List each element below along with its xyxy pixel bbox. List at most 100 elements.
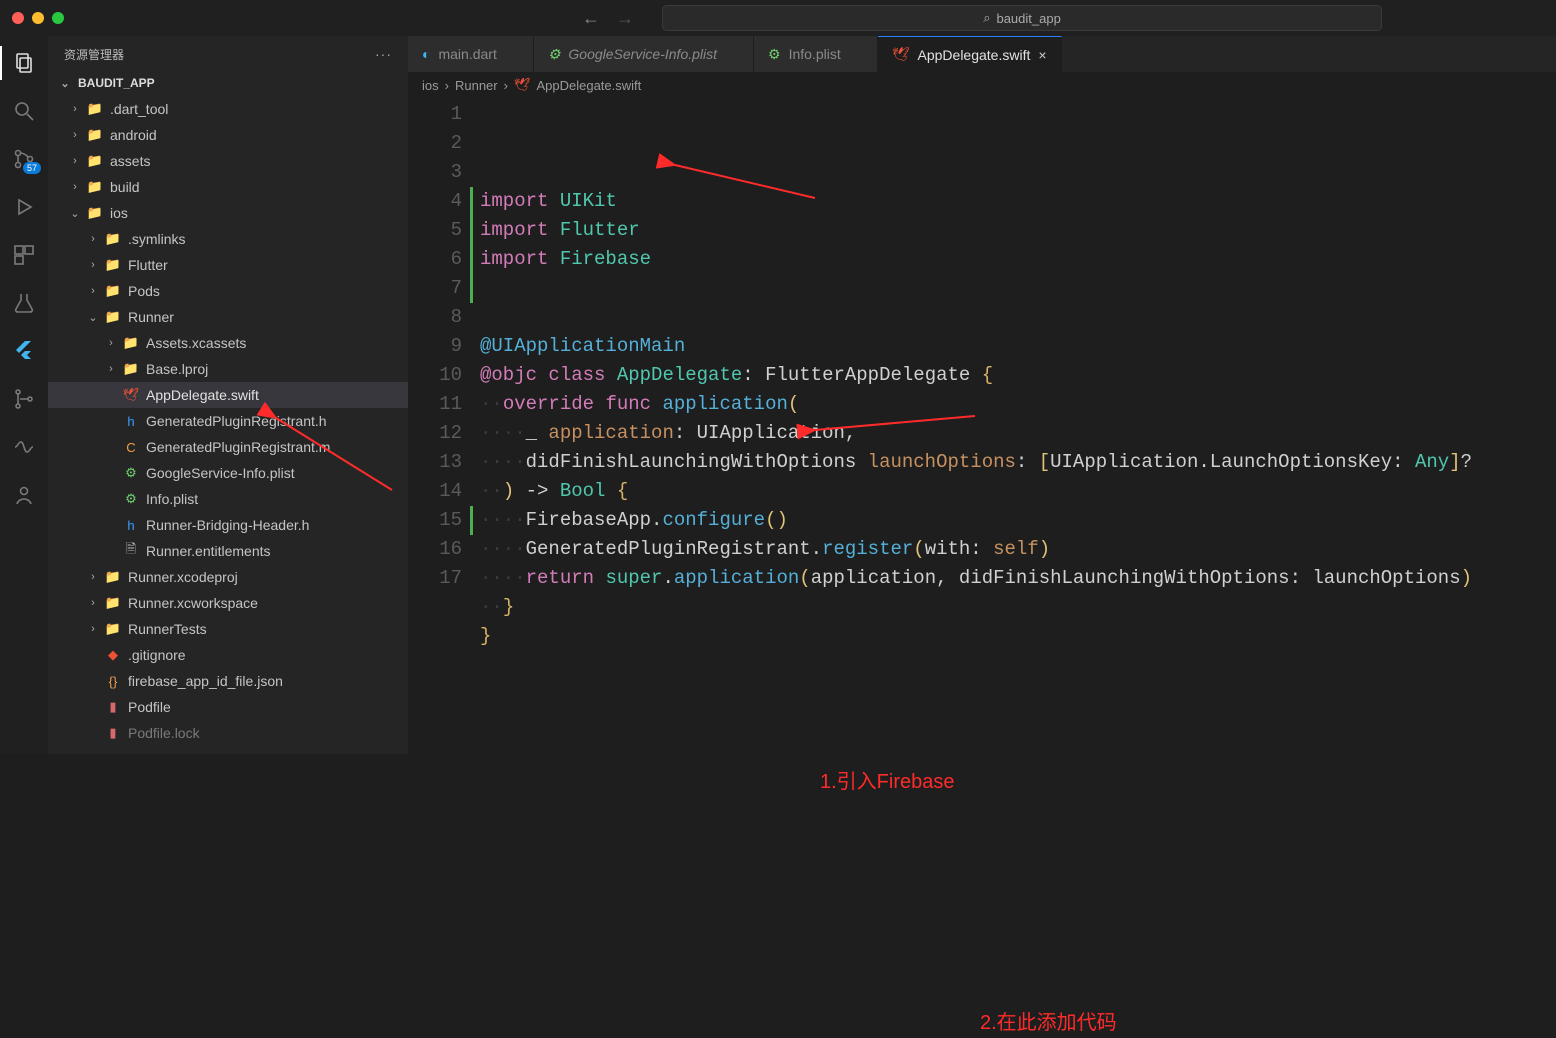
editor-tab[interactable]: ◐ main.dart — [408, 36, 534, 72]
tab-file-icon: ◐ — [422, 46, 430, 62]
chevron-icon: › — [68, 155, 82, 167]
file-icon: h — [122, 518, 140, 533]
swift-icon: 🕊 — [514, 77, 531, 93]
code-line: } — [480, 622, 1556, 651]
git-graph-icon[interactable] — [11, 386, 37, 412]
tree-item[interactable]: ▮Podfile — [48, 694, 408, 720]
tree-item[interactable]: ⌄📁ios — [48, 200, 408, 226]
file-icon: 📁 — [86, 179, 104, 195]
tree-item[interactable]: ▮Podfile.lock — [48, 720, 408, 746]
tree-item[interactable]: ›📁build — [48, 174, 408, 200]
tab-label: AppDelegate.swift — [918, 47, 1031, 63]
test-icon[interactable] — [11, 290, 37, 316]
extensions-icon[interactable] — [11, 242, 37, 268]
tab-file-icon: ⚙ — [548, 46, 561, 63]
crumb-0: ios — [422, 78, 439, 93]
editor-tab[interactable]: ⚙Info.plist — [754, 36, 878, 72]
tree-item[interactable]: 🗎Runner.entitlements — [48, 538, 408, 564]
file-name: Runner.xcodeproj — [128, 569, 238, 585]
tree-item[interactable]: ›📁android — [48, 122, 408, 148]
tree-item[interactable]: ◆ .gitignore — [48, 642, 408, 668]
line-number: 13 — [408, 448, 462, 477]
line-number: 6 — [408, 245, 462, 274]
flutter-icon[interactable] — [11, 338, 37, 364]
file-name: RunnerTests — [128, 621, 207, 637]
file-icon: 📁 — [86, 205, 104, 221]
explorer-icon[interactable] — [11, 50, 37, 76]
code-line: ····didFinishLaunchingWithOptions launch… — [480, 448, 1556, 477]
code-line: ··) -> Bool { — [480, 477, 1556, 506]
file-name: firebase_app_id_file.json — [128, 673, 283, 689]
chevron-icon: › — [104, 337, 118, 349]
search-icon: ⌕ — [983, 10, 990, 26]
file-icon: ◆ — [104, 647, 122, 663]
line-number: 16 — [408, 535, 462, 564]
close-icon[interactable]: × — [1038, 47, 1046, 63]
line-number: 12 — [408, 419, 462, 448]
wave-icon[interactable] — [11, 434, 37, 460]
command-center[interactable]: ⌕ baudit_app — [662, 5, 1382, 31]
search-activity-icon[interactable] — [11, 98, 37, 124]
tree-item[interactable]: ›📁Assets.xcassets — [48, 330, 408, 356]
chevron-icon: › — [86, 285, 100, 297]
maximize-window-icon[interactable] — [52, 12, 64, 24]
code-lines[interactable]: import UIKitimport Flutterimport Firebas… — [480, 98, 1556, 754]
nav-forward-icon[interactable]: → — [616, 8, 634, 29]
file-icon: 📁 — [104, 569, 122, 585]
tree-item[interactable]: {}firebase_app_id_file.json — [48, 668, 408, 694]
tree-item[interactable]: CGeneratedPluginRegistrant.m — [48, 434, 408, 460]
tree-item[interactable]: ›📁Base.lproj — [48, 356, 408, 382]
tree-item[interactable]: ›📁.dart_tool — [48, 96, 408, 122]
tree-item[interactable]: ›📁Pods — [48, 278, 408, 304]
tree-item[interactable]: 🕊AppDelegate.swift — [48, 382, 408, 408]
file-name: .dart_tool — [110, 101, 168, 117]
editor-tab[interactable]: ⚙GoogleService-Info.plist — [534, 36, 754, 72]
chevron-icon: › — [86, 233, 100, 245]
chevron-icon: › — [86, 259, 100, 271]
tree-item[interactable]: ›📁Runner.xcodeproj — [48, 564, 408, 590]
minimize-window-icon[interactable] — [32, 12, 44, 24]
tree-item[interactable]: ⚙GoogleService-Info.plist — [48, 460, 408, 486]
project-root[interactable]: ⌄ BAUDIT_APP — [48, 72, 408, 94]
account-icon[interactable] — [11, 482, 37, 508]
tree-item[interactable]: ›📁assets — [48, 148, 408, 174]
breadcrumb[interactable]: ios› Runner› 🕊 AppDelegate.swift — [408, 72, 1556, 98]
chevron-down-icon: ⌄ — [58, 77, 72, 90]
line-number: 15 — [408, 506, 462, 535]
code-editor[interactable]: 1234567891011121314151617 import UIKitim… — [408, 98, 1556, 754]
scm-icon[interactable]: 57 — [11, 146, 37, 172]
tree-item[interactable]: hGeneratedPluginRegistrant.h — [48, 408, 408, 434]
file-name: Podfile — [128, 699, 171, 715]
file-tree: ›📁.dart_tool›📁android›📁assets›📁build⌄📁io… — [48, 94, 408, 746]
debug-icon[interactable] — [11, 194, 37, 220]
code-line: @UIApplicationMain — [480, 332, 1556, 361]
tree-item[interactable]: ›📁.symlinks — [48, 226, 408, 252]
file-name: .gitignore — [128, 647, 186, 663]
git-gutter-added — [470, 245, 473, 274]
more-icon[interactable]: ··· — [375, 46, 392, 62]
file-name: Assets.xcassets — [146, 335, 246, 351]
close-window-icon[interactable] — [12, 12, 24, 24]
file-name: Runner — [128, 309, 174, 325]
tree-item[interactable]: ⌄📁Runner — [48, 304, 408, 330]
chevron-icon: › — [68, 181, 82, 193]
sidebar: 资源管理器 ··· ⌄ BAUDIT_APP ›📁.dart_tool›📁and… — [48, 36, 408, 754]
code-line: import Flutter — [480, 216, 1556, 245]
line-number: 9 — [408, 332, 462, 361]
line-number: 5 — [408, 216, 462, 245]
activity-bar: 57 — [0, 36, 48, 754]
tree-item[interactable]: ›📁RunnerTests — [48, 616, 408, 642]
file-name: Runner.xcworkspace — [128, 595, 258, 611]
tree-item[interactable]: ⚙Info.plist — [48, 486, 408, 512]
tree-item[interactable]: ›📁Runner.xcworkspace — [48, 590, 408, 616]
nav-back-icon[interactable]: ← — [582, 8, 600, 29]
tree-item[interactable]: ›📁Flutter — [48, 252, 408, 278]
tree-item[interactable]: hRunner-Bridging-Header.h — [48, 512, 408, 538]
window-controls — [12, 12, 64, 24]
editor-tab[interactable]: 🕊AppDelegate.swift× — [878, 36, 1062, 72]
file-name: Flutter — [128, 257, 168, 273]
line-number: 2 — [408, 129, 462, 158]
file-name: .symlinks — [128, 231, 186, 247]
file-icon: 🗎 — [122, 540, 140, 562]
tab-label: main.dart — [438, 46, 496, 62]
